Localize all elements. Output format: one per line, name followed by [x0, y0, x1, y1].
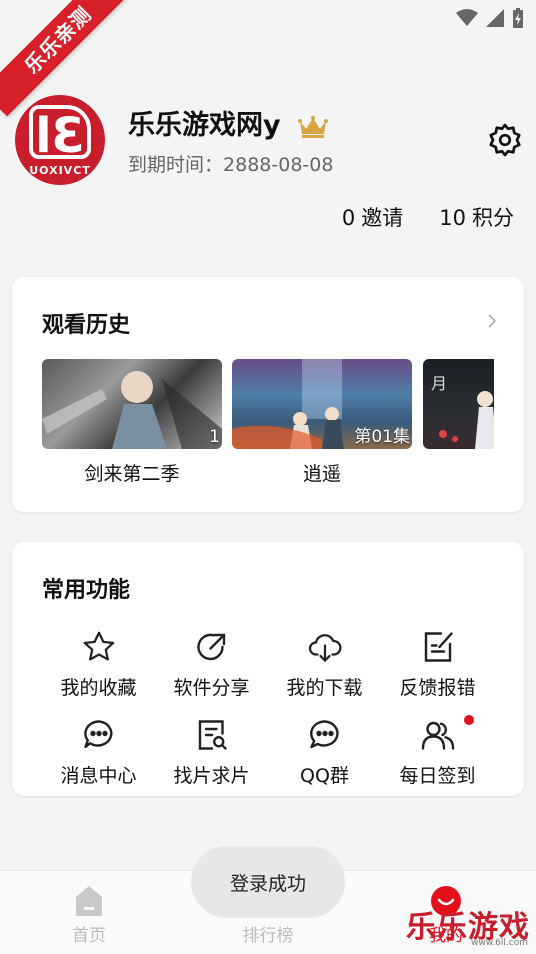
- star-icon: [79, 627, 119, 667]
- history-title: 观看历史: [42, 313, 131, 338]
- share-icon: [192, 627, 232, 667]
- invite-stat[interactable]: 0 邀请: [342, 202, 409, 232]
- function-label: 软件分享: [173, 677, 250, 699]
- nav-home-label: 首页: [72, 926, 106, 946]
- avatar[interactable]: lƐ UOXIVCT: [15, 95, 105, 185]
- history-item-name: 逍遥: [302, 463, 341, 485]
- function-label: QQ群: [300, 765, 349, 787]
- stats-row: 0 邀请 10 积分: [342, 202, 520, 232]
- history-item[interactable]: 第01集 逍遥: [232, 359, 412, 486]
- status-icons: [456, 8, 524, 28]
- points-count: 10: [439, 206, 466, 230]
- points-label: 积分: [472, 206, 514, 230]
- cloud-download-icon: [305, 627, 345, 667]
- qq-group-button[interactable]: QQ群: [268, 715, 381, 789]
- history-thumbnail: 第01集: [232, 359, 412, 449]
- invite-label: 邀请: [361, 206, 404, 230]
- functions-title: 常用功能: [42, 578, 131, 603]
- poster-art: 月: [431, 374, 494, 449]
- function-label: 我的下载: [286, 677, 363, 699]
- crown-icon: [298, 115, 329, 138]
- functions-card: 常用功能 我的收藏 软件分享 我的下载 反馈报错 消息中心 找片求片 QQ群 每…: [12, 542, 524, 796]
- function-label: 我的收藏: [60, 677, 137, 699]
- users-icon: [418, 715, 458, 755]
- history-item[interactable]: 月 玉: [423, 359, 494, 486]
- expire-date: 2888-08-08: [223, 154, 334, 176]
- watermark-url: www.6ll.com: [471, 938, 528, 948]
- notification-dot: [464, 715, 474, 725]
- invite-count: 0: [341, 206, 356, 230]
- search-document-icon: [192, 715, 232, 755]
- home-icon: [29, 881, 149, 917]
- toast-message: 登录成功: [191, 846, 345, 918]
- expire-info: 到期时间：2888-08-08: [128, 150, 333, 177]
- history-item[interactable]: 1 剑来第二季: [42, 359, 222, 486]
- history-item-name: 玉: [423, 459, 494, 486]
- chat-icon: [305, 715, 345, 755]
- nav-rank-label: 排行榜: [242, 926, 294, 946]
- battery-icon: [513, 8, 523, 28]
- nav-home[interactable]: 首页: [29, 881, 149, 946]
- chevron-right-icon[interactable]: [486, 313, 498, 329]
- username-text: 乐乐游戏网y: [128, 110, 281, 141]
- poster-art: [42, 371, 222, 449]
- function-label: 每日签到: [399, 765, 476, 787]
- settings-button[interactable]: [485, 120, 525, 160]
- functions-grid: 我的收藏 软件分享 我的下载 反馈报错 消息中心 找片求片 QQ群 每日签到: [42, 627, 494, 789]
- avatar-text: UOXIVCT: [29, 164, 91, 177]
- favorites-button[interactable]: 我的收藏: [42, 627, 155, 701]
- profile-header: lƐ UOXIVCT 乐乐游戏网y 到期时间：2888-08-08: [15, 95, 525, 185]
- history-item-name: 剑来第二季: [84, 463, 180, 485]
- points-stat[interactable]: 10 积分: [439, 202, 520, 232]
- expire-label: 到期时间：: [128, 154, 224, 176]
- logo-mark: lƐ: [29, 105, 91, 163]
- function-label: 反馈报错: [399, 677, 476, 699]
- history-card: 观看历史 1 剑来第二季 第01集 逍遥 月: [12, 277, 524, 512]
- history-thumbnail: 月: [423, 359, 494, 449]
- message-center-button[interactable]: 消息中心: [42, 715, 155, 789]
- function-label: 找片求片: [173, 765, 250, 787]
- episode-badge: 第01集: [354, 427, 410, 447]
- downloads-button[interactable]: 我的下载: [268, 627, 381, 701]
- wifi-icon: [456, 9, 478, 26]
- gear-icon: [489, 123, 521, 157]
- username: 乐乐游戏网y: [128, 103, 329, 142]
- daily-checkin-button[interactable]: 每日签到: [381, 715, 494, 789]
- edit-icon: [418, 627, 458, 667]
- signal-icon: [486, 9, 504, 27]
- episode-badge: 1: [209, 427, 220, 447]
- history-list: 1 剑来第二季 第01集 逍遥 月: [42, 359, 494, 489]
- share-app-button[interactable]: 软件分享: [155, 627, 268, 701]
- history-thumbnail: 1: [42, 359, 222, 449]
- svg-text:月: 月: [431, 374, 447, 393]
- message-icon: [79, 715, 119, 755]
- function-label: 消息中心: [60, 765, 137, 787]
- feedback-button[interactable]: 反馈报错: [381, 627, 494, 701]
- request-movie-button[interactable]: 找片求片: [155, 715, 268, 789]
